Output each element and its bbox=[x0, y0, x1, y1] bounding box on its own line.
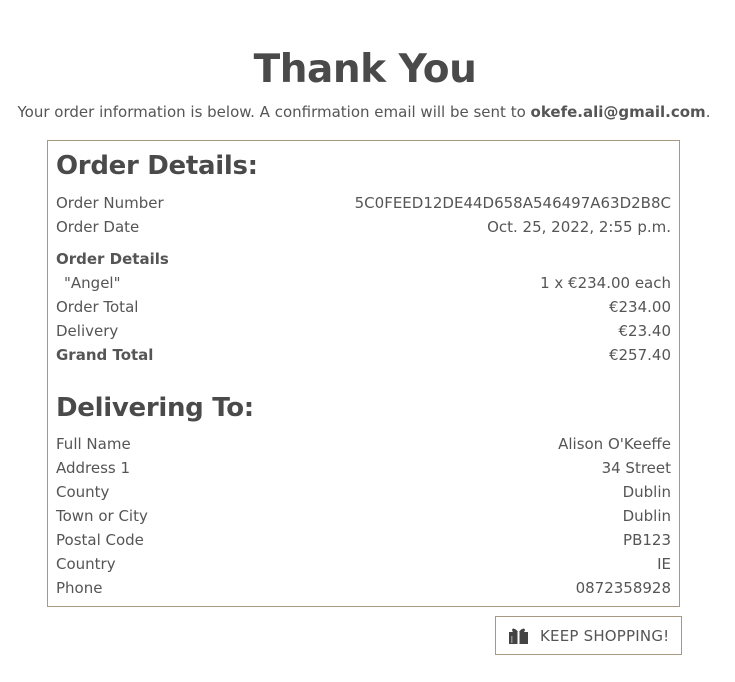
order-item-quantity-price: 1 x €234.00 each bbox=[540, 274, 671, 292]
county-value: Dublin bbox=[622, 483, 671, 501]
order-number-label: Order Number bbox=[56, 194, 164, 212]
delivery-row-town: Town or City Dublin bbox=[56, 504, 671, 528]
grand-total-label: Grand Total bbox=[56, 346, 154, 364]
country-value: IE bbox=[657, 555, 671, 573]
intro-message: Your order information is below. A confi… bbox=[17, 103, 531, 121]
delivering-to-heading: Delivering To: bbox=[56, 393, 254, 423]
order-number-value: 5C0FEED12DE44D658A546497A63D2B8C bbox=[354, 194, 671, 212]
delivery-cost-label: Delivery bbox=[56, 322, 119, 340]
order-details-heading: Order Details: bbox=[56, 151, 258, 181]
grand-total-value: €257.40 bbox=[608, 346, 671, 364]
delivery-cost-value: €23.40 bbox=[618, 322, 672, 340]
order-total-value: €234.00 bbox=[608, 298, 671, 316]
delivery-row-phone: Phone 0872358928 bbox=[56, 576, 671, 600]
phone-label: Phone bbox=[56, 579, 103, 597]
town-value: Dublin bbox=[622, 507, 671, 525]
delivery-row-country: Country IE bbox=[56, 552, 671, 576]
phone-value: 0872358928 bbox=[575, 579, 671, 597]
county-label: County bbox=[56, 483, 110, 501]
order-summary-card: Order Details: Order Number 5C0FEED12DE4… bbox=[47, 140, 680, 607]
full-name-label: Full Name bbox=[56, 435, 131, 453]
delivery-cost-row: Delivery €23.40 bbox=[56, 319, 671, 343]
delivery-row-county: County Dublin bbox=[56, 480, 671, 504]
order-item-name: "Angel" bbox=[64, 274, 121, 292]
country-label: Country bbox=[56, 555, 116, 573]
address-value: 34 Street bbox=[601, 459, 671, 477]
order-item-row: "Angel" 1 x €234.00 each bbox=[56, 271, 671, 295]
delivery-row-full-name: Full Name Alison O'Keeffe bbox=[56, 432, 671, 456]
delivery-row-postal-code: Postal Code PB123 bbox=[56, 528, 671, 552]
order-details-label: Order Details bbox=[56, 250, 169, 268]
order-date-label: Order Date bbox=[56, 218, 140, 236]
intro-end: . bbox=[705, 103, 711, 121]
town-label: Town or City bbox=[56, 507, 148, 525]
order-date-row: Order Date Oct. 25, 2022, 2:55 p.m. bbox=[56, 215, 671, 239]
postal-code-label: Postal Code bbox=[56, 531, 144, 549]
address-label: Address 1 bbox=[56, 459, 131, 477]
page-title: Thank You bbox=[253, 47, 477, 93]
full-name-value: Alison O'Keeffe bbox=[558, 435, 671, 453]
gifts-icon bbox=[509, 627, 529, 645]
grand-total-row: Grand Total €257.40 bbox=[56, 343, 671, 367]
delivery-row-address: Address 1 34 Street bbox=[56, 456, 671, 480]
order-number-row: Order Number 5C0FEED12DE44D658A546497A63… bbox=[56, 191, 671, 215]
intro-text: Your order information is below. A confi… bbox=[0, 101, 728, 123]
keep-shopping-button[interactable]: KEEP SHOPPING! bbox=[495, 616, 682, 655]
order-total-row: Order Total €234.00 bbox=[56, 295, 671, 319]
order-date-value: Oct. 25, 2022, 2:55 p.m. bbox=[487, 218, 671, 236]
order-details-subheading-row: Order Details bbox=[56, 247, 671, 271]
confirmation-email: okefe.ali@gmail.com bbox=[530, 103, 706, 121]
order-total-label: Order Total bbox=[56, 298, 139, 316]
postal-code-value: PB123 bbox=[623, 531, 671, 549]
keep-shopping-label: KEEP SHOPPING! bbox=[540, 627, 670, 645]
